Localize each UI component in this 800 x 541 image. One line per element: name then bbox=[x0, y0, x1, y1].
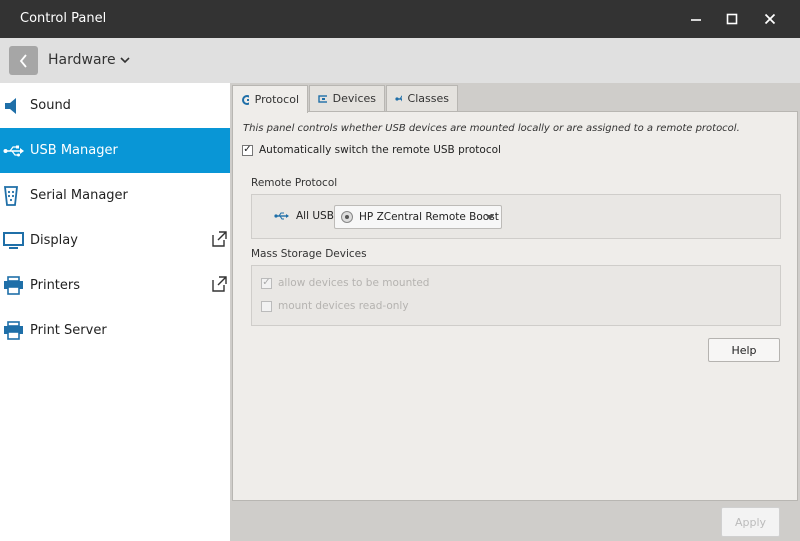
sidebar: Sound USB Manager Serial Manager Display… bbox=[0, 83, 230, 541]
allow-mount-label: allow devices to be mounted bbox=[278, 277, 430, 289]
close-icon bbox=[764, 13, 776, 25]
speaker-icon bbox=[5, 97, 16, 114]
sidebar-item-sound[interactable]: Sound bbox=[0, 83, 230, 128]
sidebar-item-display[interactable]: Display bbox=[0, 218, 230, 263]
window-title: Control Panel bbox=[20, 11, 107, 26]
devices-icon bbox=[318, 94, 327, 103]
minimize-icon bbox=[691, 19, 701, 21]
mass-storage-group: ✓ allow devices to be mounted mount devi… bbox=[251, 265, 781, 326]
allow-mount-checkbox[interactable]: ✓ bbox=[261, 277, 272, 289]
sidebar-item-label: USB Manager bbox=[30, 143, 118, 158]
usb-icon bbox=[274, 212, 289, 220]
print-server-icon bbox=[4, 320, 23, 340]
read-only-row: mount devices read-only bbox=[261, 300, 409, 312]
protocol-panel: This panel controls whether USB devices … bbox=[232, 111, 798, 501]
sidebar-item-usb-manager[interactable]: USB Manager bbox=[0, 128, 230, 173]
tab-label: Devices bbox=[332, 92, 376, 105]
main-content: Protocol Devices Classes This panel cont… bbox=[230, 83, 800, 541]
usb-icon bbox=[395, 95, 402, 101]
protocol-icon bbox=[242, 94, 249, 105]
read-only-checkbox[interactable] bbox=[261, 300, 272, 312]
tab-label: Classes bbox=[407, 92, 449, 105]
sidebar-item-serial-manager[interactable]: Serial Manager bbox=[0, 173, 230, 218]
all-usb-label-row: All USB bbox=[274, 210, 334, 222]
mass-storage-heading: Mass Storage Devices bbox=[251, 248, 367, 260]
sidebar-item-label: Printers bbox=[30, 278, 81, 293]
nav-bar: Hardware bbox=[0, 38, 800, 83]
usb-icon bbox=[3, 145, 24, 156]
tab-label: Protocol bbox=[254, 93, 299, 106]
protocol-select[interactable]: HP ZCentral Remote Boost bbox=[334, 205, 502, 229]
panel-description: This panel controls whether USB devices … bbox=[243, 123, 740, 134]
auto-switch-label: Automatically switch the remote USB prot… bbox=[259, 144, 501, 156]
apply-button[interactable]: Apply bbox=[721, 507, 780, 537]
tab-classes[interactable]: Classes bbox=[386, 85, 458, 111]
printer-icon bbox=[4, 275, 23, 295]
remote-protocol-heading: Remote Protocol bbox=[251, 177, 338, 189]
external-link-icon[interactable] bbox=[210, 275, 228, 293]
help-button[interactable]: Help bbox=[708, 338, 780, 362]
breadcrumb-label: Hardware bbox=[48, 52, 116, 68]
breadcrumb-dropdown[interactable]: Hardware bbox=[48, 52, 130, 68]
sidebar-item-print-server[interactable]: Print Server bbox=[0, 308, 230, 353]
back-button[interactable] bbox=[9, 46, 38, 75]
sidebar-item-label: Print Server bbox=[30, 323, 107, 338]
maximize-button[interactable] bbox=[721, 8, 743, 30]
sidebar-item-label: Serial Manager bbox=[30, 188, 128, 203]
protocol-option-icon bbox=[341, 211, 353, 223]
dropdown-arrow-icon bbox=[486, 215, 494, 220]
external-link-icon[interactable] bbox=[210, 230, 228, 248]
auto-switch-checkbox[interactable]: ✓ bbox=[242, 144, 253, 156]
serial-port-icon bbox=[3, 185, 19, 206]
allow-mount-row: ✓ allow devices to be mounted bbox=[261, 277, 429, 289]
remote-protocol-group: All USB HP ZCentral Remote Boost bbox=[251, 194, 781, 239]
sidebar-item-label: Display bbox=[30, 233, 78, 248]
auto-switch-row: ✓ Automatically switch the remote USB pr… bbox=[242, 144, 501, 156]
all-usb-label: All USB bbox=[296, 210, 334, 222]
chevron-down-icon bbox=[120, 57, 130, 64]
chevron-left-icon bbox=[19, 53, 27, 68]
monitor-icon bbox=[3, 231, 24, 249]
sidebar-item-printers[interactable]: Printers bbox=[0, 263, 230, 308]
close-button[interactable] bbox=[759, 8, 781, 30]
minimize-button[interactable] bbox=[685, 8, 707, 30]
maximize-icon bbox=[726, 13, 738, 25]
sidebar-item-label: Sound bbox=[30, 98, 71, 113]
read-only-label: mount devices read-only bbox=[278, 300, 409, 312]
protocol-select-value: HP ZCentral Remote Boost bbox=[359, 211, 499, 223]
title-bar: Control Panel bbox=[0, 0, 800, 38]
tab-devices[interactable]: Devices bbox=[309, 85, 385, 111]
tab-protocol[interactable]: Protocol bbox=[232, 85, 308, 113]
